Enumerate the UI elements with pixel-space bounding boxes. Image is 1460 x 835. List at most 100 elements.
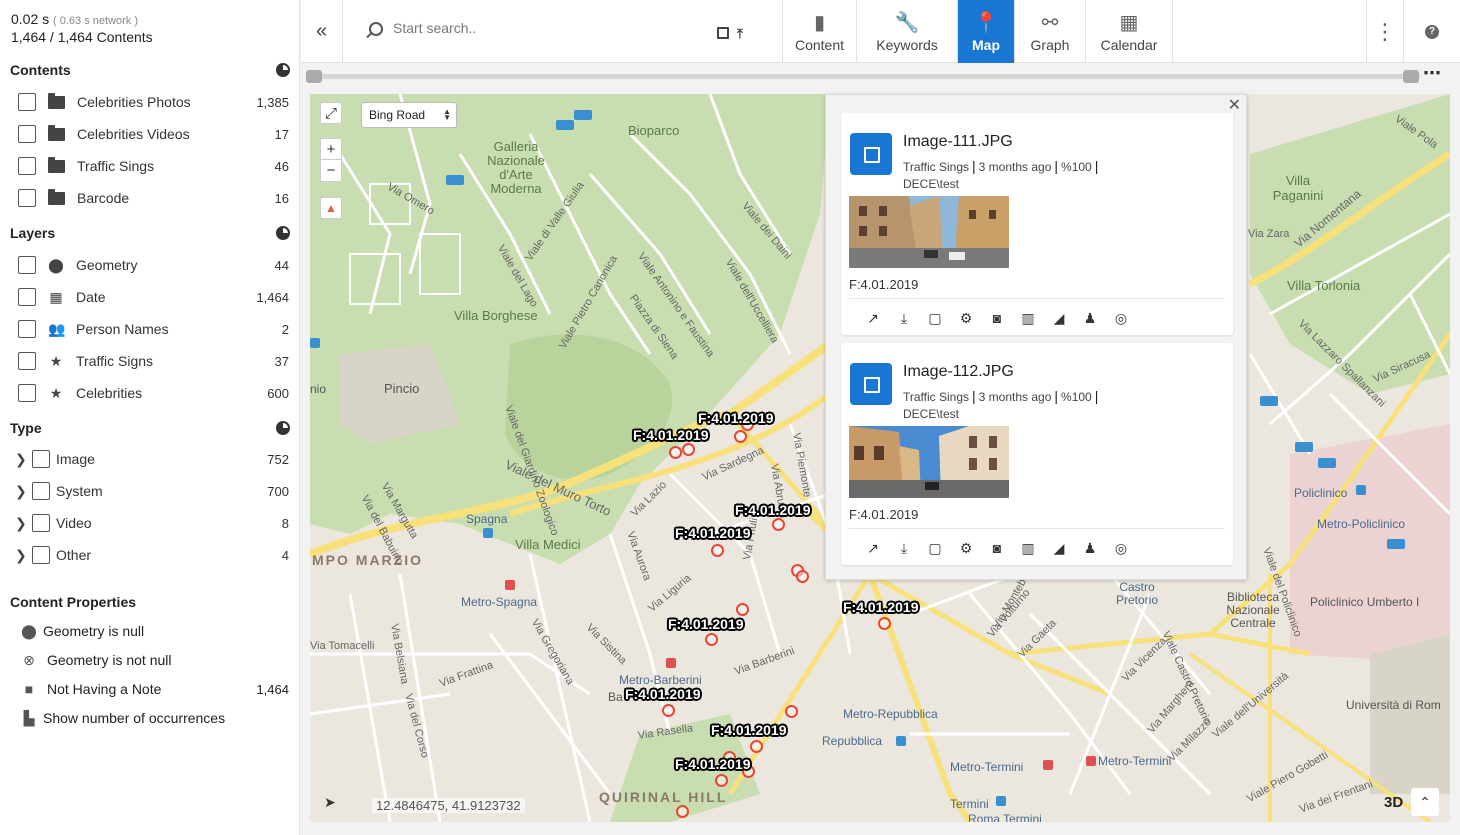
chevron-right-icon[interactable]: ❯: [15, 515, 29, 532]
view-icon[interactable]: ◎: [1112, 539, 1130, 557]
map-marker[interactable]: [878, 617, 891, 630]
layer-item[interactable]: ⬤ Geometry 44: [0, 253, 300, 277]
tab-calendar[interactable]: ▦ Calendar: [1085, 0, 1173, 63]
contents-item[interactable]: Celebrities Videos 17: [0, 122, 300, 146]
download-icon[interactable]: ⤓: [895, 309, 913, 327]
toggle-3d-button[interactable]: 3D: [1384, 794, 1403, 811]
note-icon[interactable]: ▢: [926, 309, 944, 327]
layer-item[interactable]: ★ Traffic Signs 37: [0, 349, 300, 373]
collapse-sidebar-button[interactable]: «: [301, 0, 343, 63]
settings-icon[interactable]: ⚙: [957, 309, 975, 327]
property-item[interactable]: ▙ Show number of occurrences: [0, 707, 300, 729]
checkbox[interactable]: [18, 189, 36, 207]
timeline-slider[interactable]: [310, 74, 1420, 79]
save-icon[interactable]: [717, 27, 729, 39]
map-marker[interactable]: [736, 603, 749, 616]
type-item[interactable]: ❯ Other 4: [0, 543, 300, 567]
map-marker[interactable]: [715, 774, 728, 787]
map-marker[interactable]: [711, 544, 724, 557]
tag-image-icon[interactable]: ◙: [988, 309, 1006, 327]
marker-label[interactable]: F:4.01.2019: [625, 686, 701, 702]
map-marker[interactable]: [705, 633, 718, 646]
help-icon[interactable]: ?: [1425, 25, 1439, 39]
card-title[interactable]: Image-112.JPG: [903, 363, 1014, 381]
chevron-right-icon[interactable]: ❯: [15, 483, 29, 500]
map-marker[interactable]: [669, 446, 682, 459]
close-icon[interactable]: ✕: [1228, 95, 1241, 115]
map-layer-select[interactable]: Bing Road ▲ ▼: [361, 102, 457, 128]
map-marker[interactable]: [772, 518, 785, 531]
layer-item[interactable]: ▦ Date 1,464: [0, 285, 300, 309]
more-options-button[interactable]: ⋮: [1366, 0, 1404, 63]
property-item[interactable]: ⬤ Geometry is null: [0, 620, 300, 642]
map-marker[interactable]: [796, 570, 809, 583]
tab-map[interactable]: 📍 Map: [957, 0, 1014, 63]
contents-item[interactable]: Traffic Sings 46: [0, 154, 300, 178]
settings-icon[interactable]: ⚙: [957, 539, 975, 557]
note-icon[interactable]: ▢: [926, 539, 944, 557]
checkbox[interactable]: [18, 125, 36, 143]
fullscreen-button[interactable]: ⤢: [320, 102, 342, 124]
marker-label[interactable]: F:4.01.2019: [633, 427, 709, 443]
layers-chart-icon[interactable]: [276, 226, 290, 240]
download-icon[interactable]: ⤓: [895, 539, 913, 557]
slider-handle-left[interactable]: [306, 70, 322, 83]
map-marker[interactable]: [750, 740, 763, 753]
checkbox[interactable]: [18, 93, 36, 111]
search-input[interactable]: [393, 20, 693, 36]
checkbox[interactable]: [32, 514, 50, 532]
checkbox[interactable]: [32, 450, 50, 468]
slider-handle-right[interactable]: [1403, 70, 1419, 83]
person-icon[interactable]: ♟: [1081, 539, 1099, 557]
zoom-out-button[interactable]: −: [320, 160, 342, 182]
checkbox[interactable]: [18, 157, 36, 175]
marker-label[interactable]: F:4.01.2019: [735, 502, 811, 518]
contents-chart-icon[interactable]: [276, 63, 290, 77]
marker-label[interactable]: F:4.01.2019: [711, 722, 787, 738]
scroll-up-button[interactable]: ⌃: [1411, 788, 1439, 816]
type-item[interactable]: ❯ Image 752: [0, 447, 300, 471]
map-marker[interactable]: [682, 443, 695, 456]
type-item[interactable]: ❯ System 700: [0, 479, 300, 503]
map-marker[interactable]: [676, 805, 689, 818]
marker-label[interactable]: F:4.01.2019: [668, 616, 744, 632]
heatmap-button[interactable]: ▲: [320, 197, 342, 219]
open-external-icon[interactable]: ↗: [864, 539, 882, 557]
person-icon[interactable]: ♟: [1081, 309, 1099, 327]
layer-item[interactable]: 👥 Person Names 2: [0, 317, 300, 341]
layer-item[interactable]: ★ Celebrities 600: [0, 381, 300, 405]
content-card[interactable]: Image-111.JPG Traffic Sings | 3 months ago…: [841, 113, 1233, 335]
tab-graph[interactable]: ⚯ Graph: [1014, 0, 1085, 63]
checkbox[interactable]: [32, 482, 50, 500]
type-chart-icon[interactable]: [276, 421, 290, 435]
marker-label[interactable]: F:4.01.2019: [675, 525, 751, 541]
card-title[interactable]: Image-111.JPG: [903, 133, 1013, 151]
checkbox[interactable]: [18, 384, 36, 402]
card-photo[interactable]: [849, 196, 1009, 268]
navigation-arrow-icon[interactable]: ➤: [324, 794, 336, 811]
content-card[interactable]: Image-112.JPG Traffic Sings | 3 months ago…: [841, 343, 1233, 565]
chevron-right-icon[interactable]: ❯: [15, 451, 29, 468]
property-item[interactable]: ⊗ Geometry is not null: [0, 649, 300, 671]
card-photo[interactable]: [849, 426, 1009, 498]
tab-content[interactable]: ▮ Content: [782, 0, 856, 63]
checkbox[interactable]: [18, 320, 36, 338]
checkbox[interactable]: [18, 352, 36, 370]
chart-icon[interactable]: ◢: [1050, 539, 1068, 557]
tab-keywords[interactable]: 🔧 Keywords: [856, 0, 957, 63]
view-icon[interactable]: ◎: [1112, 309, 1130, 327]
map-marker[interactable]: [785, 705, 798, 718]
checkbox[interactable]: [18, 256, 36, 274]
map-icon[interactable]: ▥: [1019, 539, 1037, 557]
map-icon[interactable]: ▥: [1019, 309, 1037, 327]
checkbox[interactable]: [18, 288, 36, 306]
property-item[interactable]: ■ Not Having a Note 1,464: [0, 678, 300, 700]
marker-label[interactable]: F:4.01.2019: [698, 410, 774, 426]
checkbox[interactable]: [32, 546, 50, 564]
contents-item[interactable]: Barcode 16: [0, 186, 300, 210]
type-item[interactable]: ❯ Video 8: [0, 511, 300, 535]
marker-label[interactable]: F:4.01.2019: [843, 599, 919, 615]
upload-icon[interactable]: ⤒: [737, 26, 743, 42]
map-marker[interactable]: [734, 430, 747, 443]
chart-icon[interactable]: ◢: [1050, 309, 1068, 327]
